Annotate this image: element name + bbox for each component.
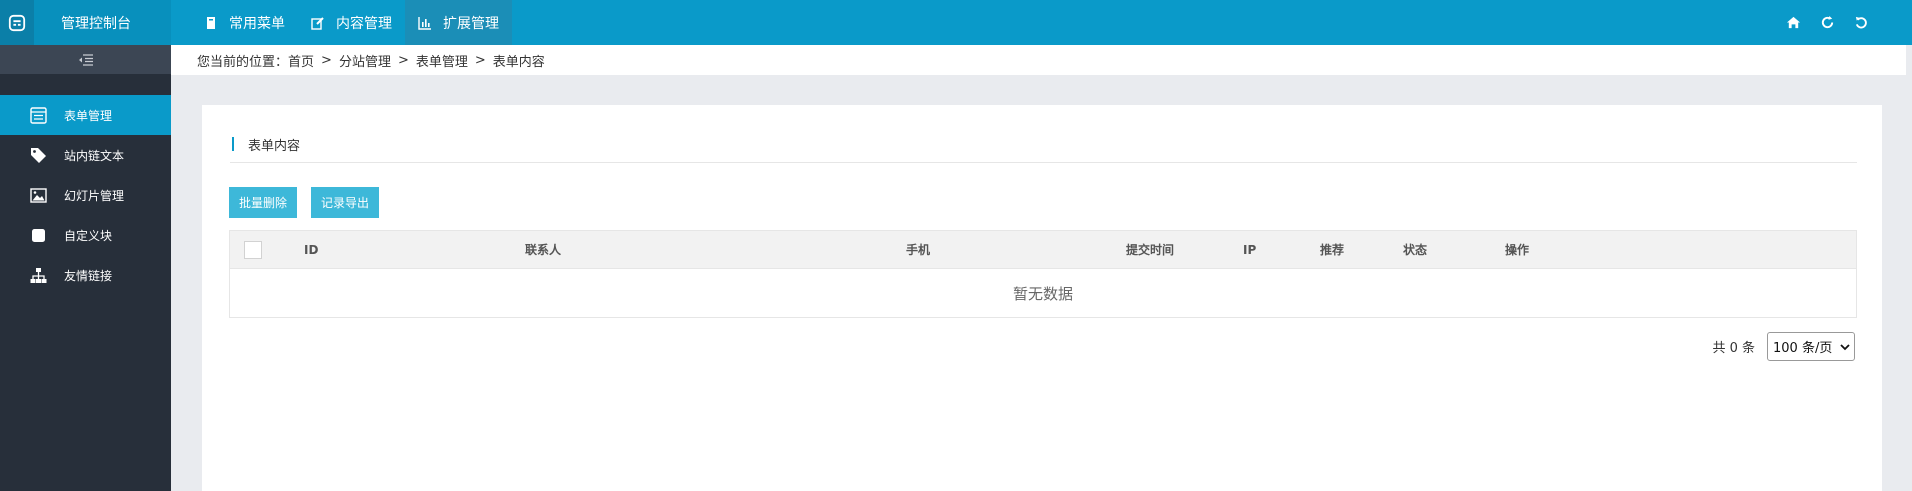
batch-delete-button[interactable]: 批量删除 [229,187,298,218]
card-header: 表单内容 [230,131,1857,163]
page-size-value: 100 条/页 [1773,341,1833,356]
sidebar-item-label: 表单管理 [64,108,113,123]
sidebar-item-label: 幻灯片管理 [64,188,125,203]
toolbar: 批量删除 记录导出 [229,187,380,218]
breadcrumb-separator: > [397,52,409,68]
topnav-label: 常用菜单 [229,15,285,32]
breadcrumb-separator: > [321,52,332,68]
breadcrumb-item-home[interactable]: 首页 [288,51,314,70]
sidebar-item-slideshow[interactable]: 幻灯片管理 [0,175,171,215]
top-right-actions [1784,0,1870,45]
column-header-phone[interactable]: 手机 [906,231,930,268]
chevron-down-icon [1840,343,1850,350]
image-icon [28,186,48,204]
sidebar-menu: 表单管理 站内链文本 幻灯片管理 自定义块 友情链接 [0,95,171,295]
page-size-select[interactable]: 100 条/页 [1767,332,1855,361]
breadcrumb-separator: > [474,52,486,68]
bar-chart-icon [418,16,432,30]
block-icon [28,226,48,244]
sidebar-item-label: 友情链接 [64,268,113,283]
sidebar-item-label: 自定义块 [64,228,113,243]
refresh-icon[interactable] [1818,14,1836,32]
column-header-ip[interactable]: IP [1243,231,1256,268]
title-accent-bar [232,137,234,151]
brand: 管理控制台 [0,0,171,45]
top-bar: 管理控制台 常用菜单 内容管理 扩展管理 [0,0,1912,45]
app-title: 管理控制台 [61,15,131,32]
edit-icon [311,16,325,30]
data-table: ID 联系人 手机 提交时间 IP 推荐 状态 操作 暂无数据 [229,230,1857,318]
column-header-recommend[interactable]: 推荐 [1320,231,1344,268]
breadcrumb-item-form-management[interactable]: 表单管理 [416,51,468,70]
home-icon[interactable] [1784,14,1802,32]
topnav-label: 内容管理 [336,15,392,32]
sidebar-item-friend-links[interactable]: 友情链接 [0,255,171,295]
sidebar-item-site-link-text[interactable]: 站内链文本 [0,135,171,175]
breadcrumb-item-branch[interactable]: 分站管理 [339,51,391,70]
sidebar: 表单管理 站内链文本 幻灯片管理 自定义块 友情链接 [0,45,171,491]
card-title: 表单内容 [248,139,301,154]
menu-collapse-icon[interactable] [0,45,171,74]
breadcrumb-prefix: 您当前的位置： [197,54,289,70]
select-all-checkbox[interactable] [244,240,262,259]
column-header-status[interactable]: 状态 [1403,231,1427,268]
breadcrumb-item-current: 表单内容 [492,54,545,70]
column-header-submit-time[interactable]: 提交时间 [1126,231,1174,268]
total-count: 共 0 条 [1712,341,1755,356]
table-header: ID 联系人 手机 提交时间 IP 推荐 状态 操作 [230,231,1856,268]
select-all-cell [244,231,262,268]
sidebar-item-label: 站内链文本 [64,148,125,163]
tag-icon [28,146,48,164]
column-header-actions[interactable]: 操作 [1505,231,1529,268]
topnav-content-management[interactable]: 内容管理 [298,0,405,45]
breadcrumb: 您当前的位置： 首页 > 分站管理 > 表单管理 > 表单内容 [171,45,1912,75]
bookmark-icon [204,16,218,30]
topnav-label: 扩展管理 [443,15,499,32]
column-header-contact[interactable]: 联系人 [525,231,561,268]
export-records-button[interactable]: 记录导出 [311,187,380,218]
sidebar-item-form-management[interactable]: 表单管理 [0,95,171,135]
topnav-common-menu[interactable]: 常用菜单 [191,0,298,45]
app-logo-icon[interactable] [0,0,34,45]
undo-icon[interactable] [1852,14,1870,32]
column-header-id[interactable]: ID [304,231,318,268]
sidebar-item-custom-block[interactable]: 自定义块 [0,215,171,255]
form-icon [28,106,48,124]
top-nav: 常用菜单 内容管理 扩展管理 [191,0,512,45]
empty-state: 暂无数据 [230,268,1856,317]
page-scrollbar[interactable] [1906,45,1912,491]
content-card: 表单内容 批量删除 记录导出 ID 联系人 手机 提交时间 IP 推荐 状态 操… [202,105,1882,491]
pagination: 共 0 条 100 条/页 [1712,332,1855,361]
topnav-extension-management[interactable]: 扩展管理 [405,0,512,45]
sitemap-icon [28,266,48,284]
